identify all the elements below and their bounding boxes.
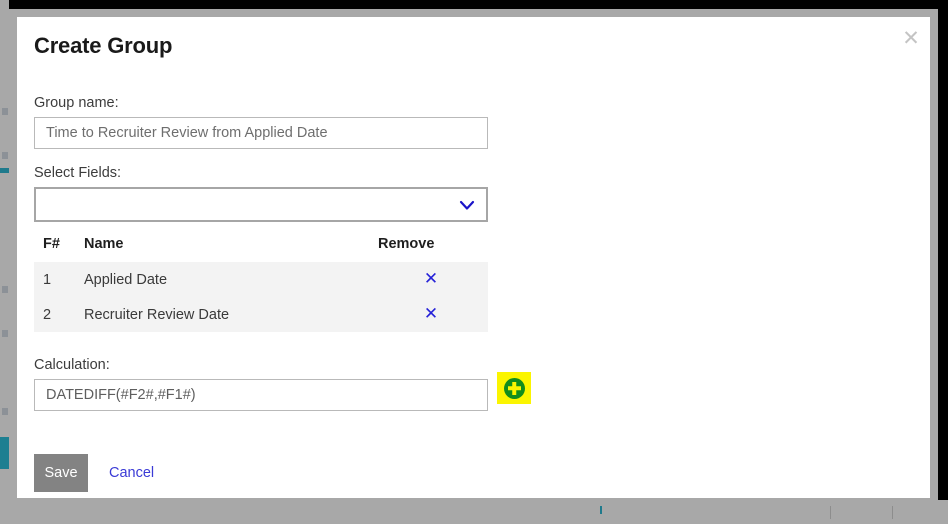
cell-fnum: 1 [34, 262, 84, 297]
background-mark [2, 152, 8, 159]
cell-remove: ✕ [374, 297, 488, 332]
group-name-field-group: Group name: [34, 95, 488, 149]
calculation-input[interactable] [34, 379, 488, 411]
column-header-remove: Remove [374, 231, 488, 262]
calculation-row [34, 372, 534, 411]
group-name-label: Group name: [34, 95, 119, 111]
cell-fnum: 2 [34, 297, 84, 332]
remove-field-icon[interactable]: ✕ [424, 304, 438, 324]
dialog-actions: Save Cancel [34, 454, 154, 492]
cancel-link[interactable]: Cancel [109, 465, 154, 481]
create-group-dialog: ✕ Create Group Group name: Select Fields… [9, 9, 938, 506]
chevron-down-icon [458, 196, 476, 214]
add-calculation-button[interactable] [497, 372, 531, 404]
select-fields-dropdown[interactable] [34, 187, 488, 222]
table-header-row: F# Name Remove [34, 231, 488, 262]
select-fields-label: Select Fields: [34, 165, 122, 181]
background-mark [2, 286, 8, 293]
background-teal-accent-top [0, 168, 9, 173]
column-header-name: Name [84, 231, 374, 262]
calculation-label: Calculation: [34, 357, 110, 373]
remove-field-icon[interactable]: ✕ [424, 269, 438, 289]
group-name-input[interactable] [34, 117, 488, 149]
plus-circle-icon [503, 377, 525, 399]
cell-remove: ✕ [374, 262, 488, 297]
cell-name: Recruiter Review Date [84, 297, 374, 332]
background-mark [2, 108, 8, 115]
background-teal-accent-bottom [0, 437, 9, 469]
close-icon[interactable]: ✕ [898, 25, 924, 51]
background-mark [2, 330, 8, 337]
background-left-strip [0, 0, 9, 524]
save-button[interactable]: Save [34, 454, 88, 492]
dialog-title: Create Group [34, 33, 173, 58]
dialog-body: ✕ Create Group Group name: Select Fields… [17, 17, 930, 498]
table-row: 2 Recruiter Review Date ✕ [34, 297, 488, 332]
select-fields-group: Select Fields: [34, 165, 488, 222]
table-row: 1 Applied Date ✕ [34, 262, 488, 297]
cell-name: Applied Date [84, 262, 374, 297]
selected-fields-table: F# Name Remove 1 Applied Date ✕ 2 Recrui… [34, 231, 488, 332]
calculation-field-group: Calculation: [34, 357, 534, 411]
background-mark [2, 408, 8, 415]
column-header-fnum: F# [34, 231, 84, 262]
